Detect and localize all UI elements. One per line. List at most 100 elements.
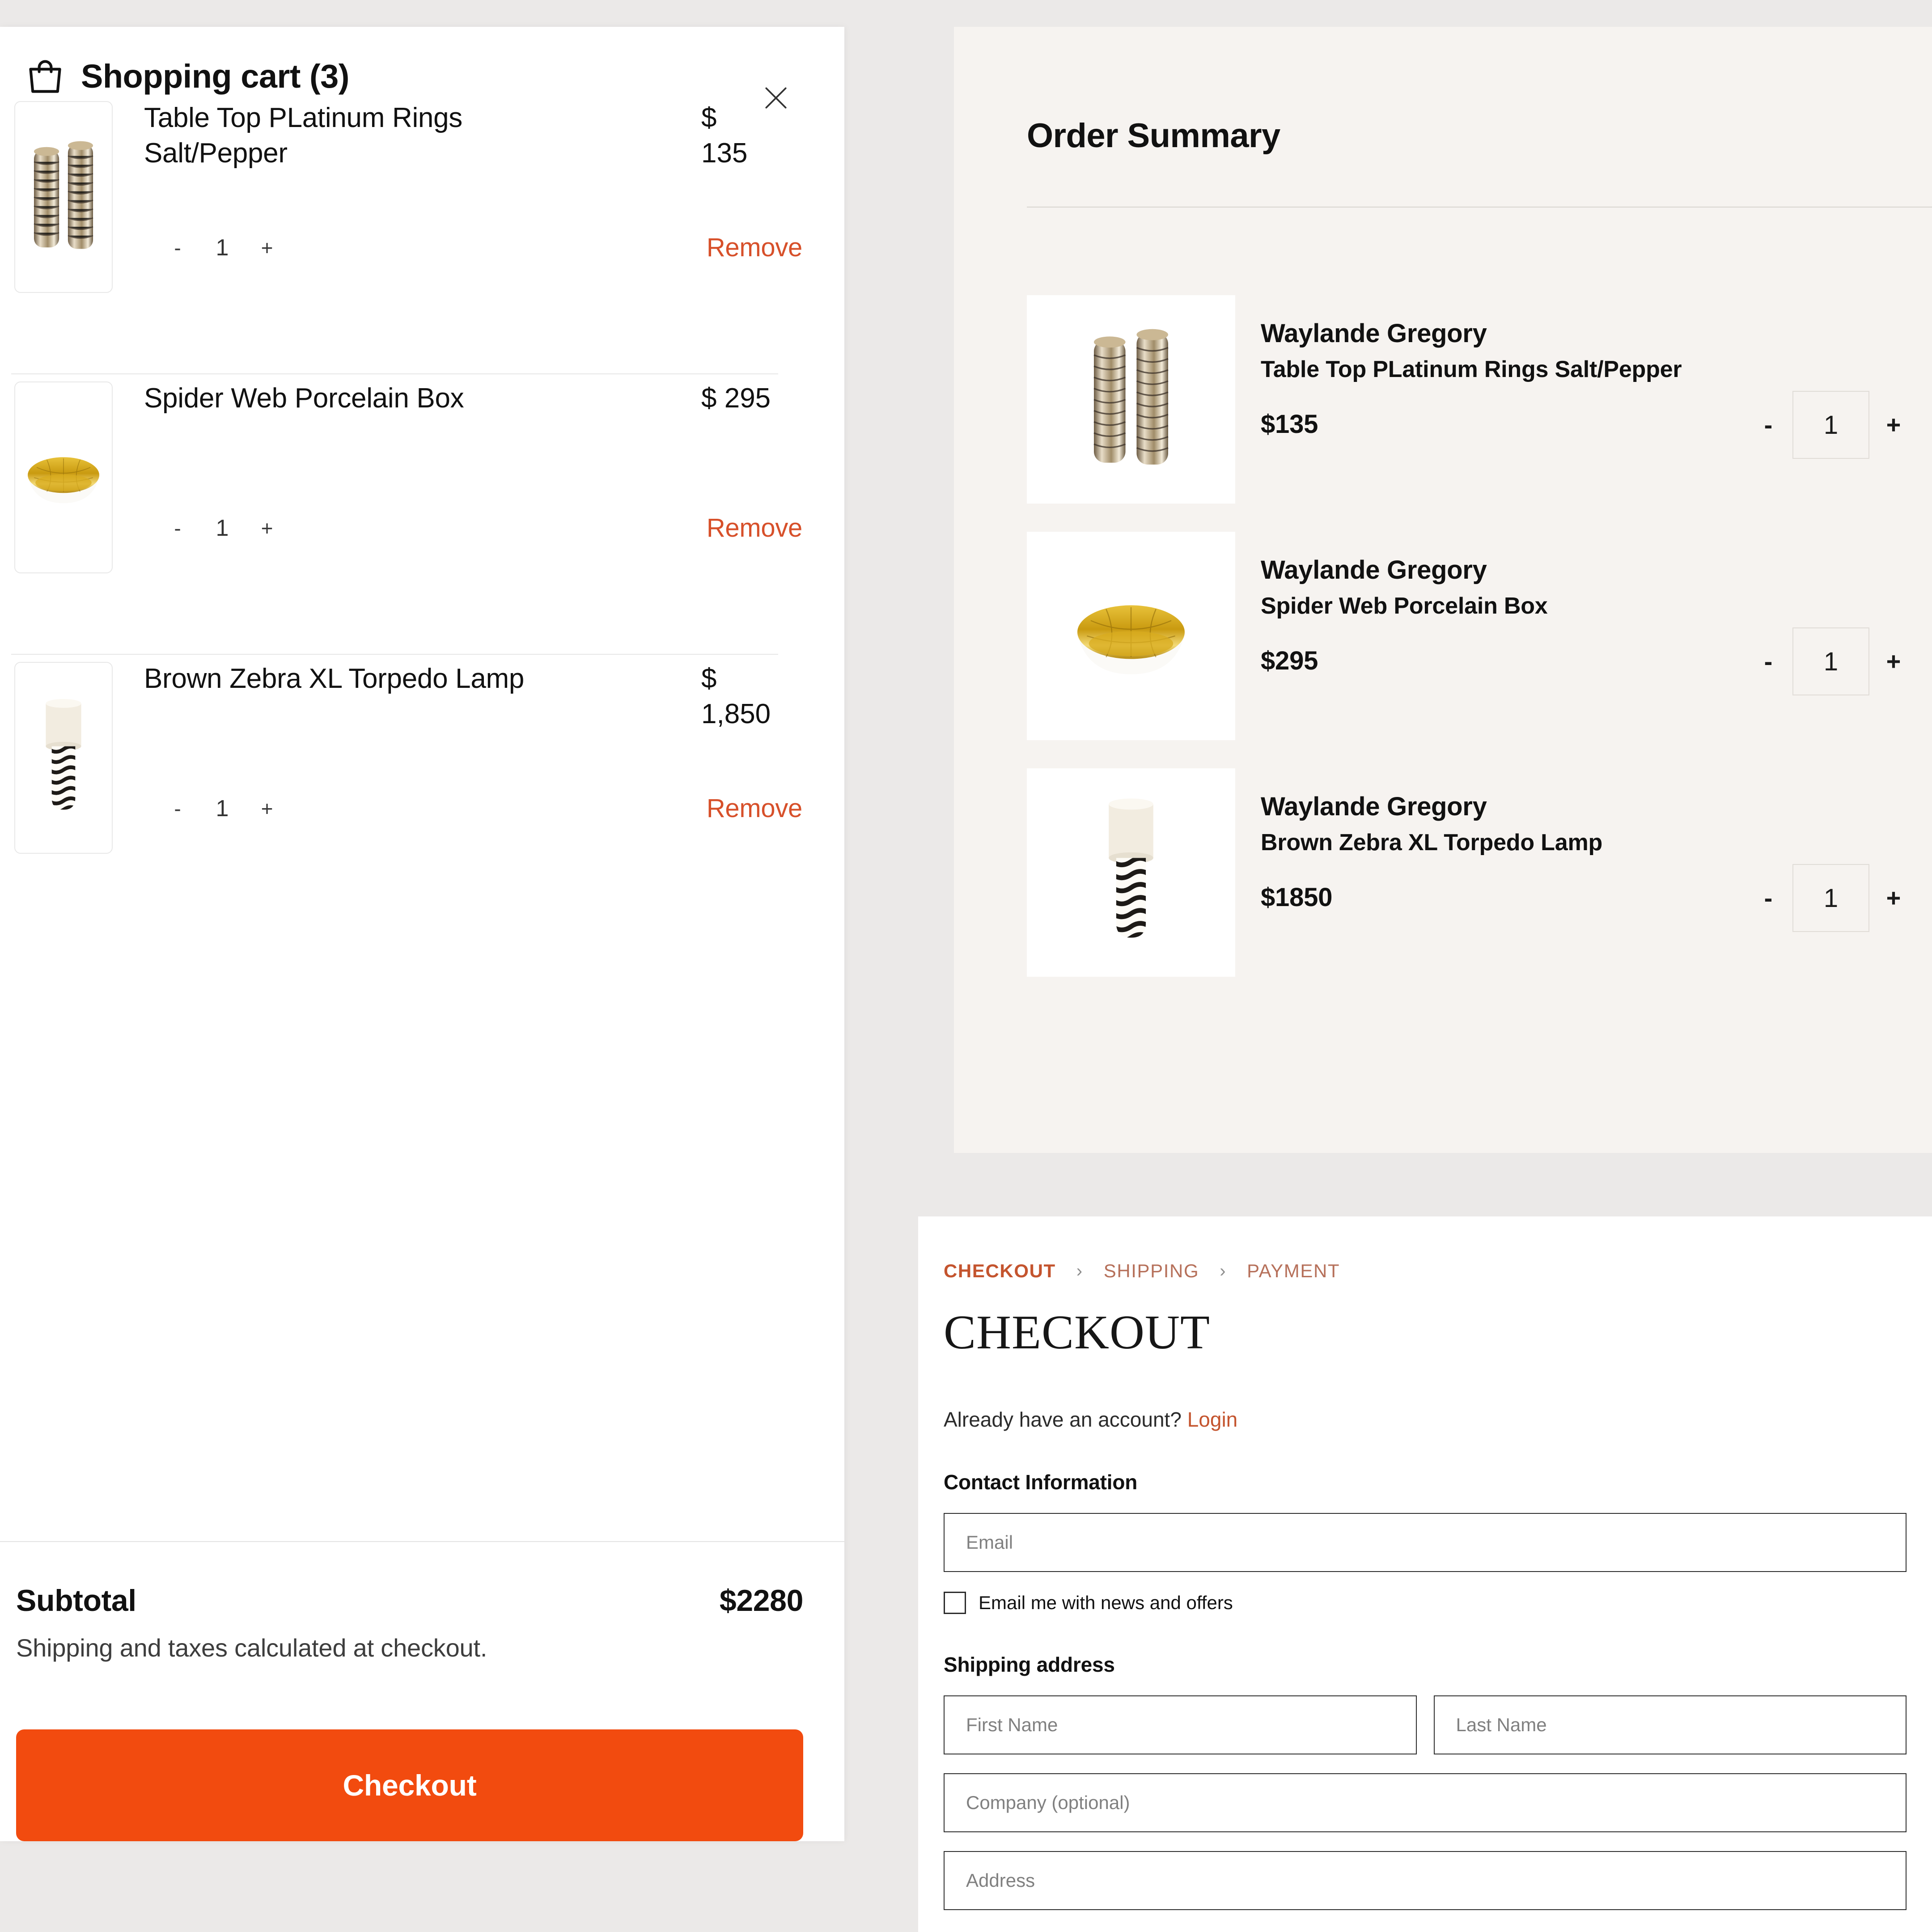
quantity-increase-button[interactable]: + [247,518,287,538]
email-optin-label: Email me with news and offers [979,1592,1233,1613]
price-amount: 135 [701,138,748,169]
order-summary-divider [1027,207,1932,208]
address-field[interactable]: Address [944,1851,1907,1910]
product-brand: Waylande Gregory [1261,319,1487,348]
currency-symbol: $ [701,663,717,694]
cart-footer: Subtotal $2280 Shipping and taxes calcul… [0,1542,844,1841]
shopping-cart-drawer: Shopping cart (3) Table Top PLatinum Rin… [0,27,844,1841]
cart-item-body: Spider Web Porcelain Box $ 295 - 1 + Rem… [144,374,813,655]
currency-symbol: $ [701,102,717,133]
cart-spacer [0,1238,844,1542]
product-thumbnail[interactable] [1027,768,1235,977]
shipping-address-title: Shipping address [944,1653,1115,1676]
quantity-stepper: - 1 + [1752,627,1910,695]
order-summary-item-list: Waylande Gregory Table Top PLatinum Ring… [1027,295,1932,1005]
cart-header: Shopping cart (3) [0,27,844,109]
product-name: Spider Web Porcelain Box [1261,593,1548,619]
account-prompt: Already have an account? Login [944,1407,1907,1432]
address-placeholder: Address [966,1870,1035,1891]
quantity-decrease-button[interactable]: - [1752,886,1784,911]
order-summary-item: Waylande Gregory Brown Zebra XL Torpedo … [1027,768,1932,977]
email-placeholder: Email [966,1532,1013,1553]
quantity-stepper: - 1 + [157,797,287,820]
quantity-increase-button[interactable]: + [1877,412,1910,437]
quantity-value[interactable]: 1 [1792,864,1869,932]
email-optin-checkbox[interactable] [944,1592,966,1614]
cart-item-price: $ 295 [701,381,813,416]
order-summary-title: Order Summary [1027,117,1280,155]
quantity-increase-button[interactable]: + [247,237,287,258]
chevron-right-icon: › [1076,1261,1083,1281]
login-link[interactable]: Login [1187,1408,1238,1431]
quantity-decrease-button[interactable]: - [157,798,198,819]
breadcrumb-step-payment[interactable]: PAYMENT [1247,1260,1340,1282]
breadcrumb-step-checkout[interactable]: CHECKOUT [944,1260,1056,1282]
remove-item-button[interactable]: Remove [707,513,802,543]
subtotal-row: Subtotal $2280 [16,1583,803,1618]
quantity-value: 1 [216,515,229,541]
email-optin-row: Email me with news and offers [944,1592,1907,1614]
company-placeholder: Company (optional) [966,1792,1130,1813]
checkout-panel: CHECKOUT › SHIPPING › PAYMENT CHECKOUT A… [918,1216,1932,1932]
breadcrumb: CHECKOUT › SHIPPING › PAYMENT [944,1216,1907,1282]
quantity-stepper: - 1 + [157,517,287,540]
price-amount: 1,850 [701,699,771,730]
cart-title: Shopping cart (3) [81,57,349,95]
company-field[interactable]: Company (optional) [944,1773,1907,1832]
product-thumbnail[interactable] [1027,532,1235,740]
shopping-bag-icon [25,55,66,97]
product-name: Brown Zebra XL Torpedo Lamp [1261,830,1603,856]
quantity-increase-button[interactable]: + [247,798,287,819]
quantity-value: 1 [216,795,229,822]
quantity-stepper: - 1 + [1752,391,1910,459]
checkout-button[interactable]: Checkout [16,1729,803,1841]
order-summary-item: Waylande Gregory Table Top PLatinum Ring… [1027,295,1932,504]
cart-item-name: Brown Zebra XL Torpedo Lamp [144,663,525,694]
first-name-placeholder: First Name [966,1714,1058,1735]
price-amount: 295 [724,383,771,414]
product-brand: Waylande Gregory [1261,555,1487,585]
chevron-right-icon: › [1220,1261,1227,1281]
contact-information-title: Contact Information [944,1470,1138,1494]
last-name-placeholder: Last Name [1456,1714,1547,1735]
page-title: CHECKOUT [944,1306,1210,1359]
quantity-value: 1 [216,234,229,261]
cart-item: Table Top PLatinum Rings Salt/Pepper $ 1… [0,94,813,374]
cart-item-name: Table Top PLatinum Rings Salt/Pepper [144,102,462,169]
remove-item-button[interactable]: Remove [707,233,802,263]
cart-item: Brown Zebra XL Torpedo Lamp $ 1,850 - 1 … [0,655,813,935]
subtotal-value: $2280 [719,1584,803,1618]
product-thumbnail[interactable] [14,101,113,293]
quantity-increase-button[interactable]: + [1877,886,1910,911]
quantity-stepper: - 1 + [1752,864,1910,932]
shipping-taxes-note: Shipping and taxes calculated at checkou… [16,1634,487,1662]
quantity-value[interactable]: 1 [1792,391,1869,459]
product-name: Table Top PLatinum Rings Salt/Pepper [1261,356,1682,383]
order-summary-panel: Order Summary Waylande Gregory Table Top… [954,27,1932,1153]
subtotal-label: Subtotal [16,1584,136,1618]
cart-item-price: $ 135 [701,100,813,171]
quantity-decrease-button[interactable]: - [157,518,198,538]
cart-item-list: Table Top PLatinum Rings Salt/Pepper $ 1… [0,94,844,1238]
first-name-field[interactable]: First Name [944,1695,1417,1754]
product-thumbnail[interactable] [14,662,113,854]
quantity-decrease-button[interactable]: - [1752,412,1784,437]
product-thumbnail[interactable] [14,381,113,573]
currency-symbol: $ [701,383,717,414]
quantity-stepper: - 1 + [157,236,287,259]
cart-item-body: Table Top PLatinum Rings Salt/Pepper $ 1… [144,94,813,374]
last-name-field[interactable]: Last Name [1433,1695,1907,1754]
quantity-decrease-button[interactable]: - [157,237,198,258]
remove-item-button[interactable]: Remove [707,793,802,823]
cart-item-price: $ 1,850 [701,661,813,732]
quantity-decrease-button[interactable]: - [1752,649,1784,674]
quantity-increase-button[interactable]: + [1877,649,1910,674]
product-thumbnail[interactable] [1027,295,1235,504]
cart-item-body: Brown Zebra XL Torpedo Lamp $ 1,850 - 1 … [144,655,813,935]
account-prompt-text: Already have an account? [944,1408,1182,1431]
quantity-value[interactable]: 1 [1792,627,1869,695]
email-field[interactable]: Email [944,1513,1907,1572]
breadcrumb-step-shipping[interactable]: SHIPPING [1104,1260,1199,1282]
cart-item: Spider Web Porcelain Box $ 295 - 1 + Rem… [0,374,813,655]
cart-item-name: Spider Web Porcelain Box [144,383,464,414]
